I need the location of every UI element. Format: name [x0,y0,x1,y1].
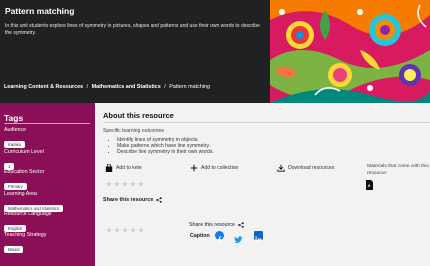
tag-group-teaching-strategy: Teaching Strategy Mixed [4,232,46,256]
breadcrumb: Learning Content & Resources / Mathemati… [4,84,210,90]
page-title: Pattern matching [5,6,75,16]
hero-pattern-image [270,0,430,103]
rating-stars-bottom[interactable] [106,227,144,233]
resource-main: About this resource Specific learning ou… [95,103,430,266]
tag-chip[interactable]: Kaiako [4,141,26,148]
star-icon[interactable] [106,181,112,187]
add-to-kete-label: Add to kete [116,165,142,171]
tag-group-education-sector: Education Sector Primary [4,169,44,193]
tags-sidebar: Tags Audience Kaiako Curriculum Level 1 … [0,103,95,266]
tag-group-audience: Audience Kaiako [4,127,26,151]
breadcrumb-link-mathematics[interactable]: Mathematics and Statistics [92,84,161,90]
tag-label: Learning Area [4,191,37,197]
tag-label: Resource Language [4,211,52,217]
twitter-icon[interactable] [233,231,243,244]
pdf-icon[interactable] [366,180,373,190]
hero-banner: Pattern matching In this unit students e… [0,0,430,103]
breadcrumb-separator: / [86,84,89,90]
tag-chip[interactable]: Primary [4,183,27,190]
add-to-kete-button[interactable]: Add to kete [105,163,142,173]
star-icon[interactable] [138,181,144,187]
tag-label: Audience [4,127,27,133]
star-icon[interactable] [130,227,136,233]
share-resource-inline-label: Share this resource [189,222,235,228]
share-icon [238,222,244,228]
tags-heading: Tags [4,113,24,123]
hero-text-panel: Pattern matching In this unit students e… [0,0,270,103]
tag-label: Curriculum Level [4,149,44,155]
download-resources-button[interactable]: Download resources [277,163,334,173]
outcome-item: Describe line symmetry in their own word… [117,149,214,156]
share-icon [156,197,163,203]
plus-icon [190,164,198,172]
bag-icon [105,164,113,172]
tag-label: Teaching Strategy [4,232,47,238]
outcomes-label: Specific learning outcomes [103,128,164,134]
breadcrumb-current: Pattern matching [169,84,211,90]
breadcrumb-separator: / [164,84,166,90]
tag-chip[interactable]: English [4,225,27,232]
star-icon[interactable] [130,181,136,187]
add-to-collection-label: Add to collection [201,165,239,171]
caption-row: Caption [190,231,263,244]
tag-label: Education Sector [4,169,45,175]
star-icon[interactable] [106,227,112,233]
share-resource-inline-button[interactable]: Share this resource [189,222,244,228]
star-icon[interactable] [122,227,128,233]
star-icon[interactable] [138,227,144,233]
share-resource-label: Share this resource [103,197,154,203]
star-icon[interactable] [114,227,120,233]
rating-stars-top[interactable] [106,181,144,187]
linkedin-icon[interactable] [253,231,263,243]
download-icon [277,164,285,172]
materials-text: Materials that come with this resource: [367,164,429,176]
about-heading: About this resource [103,111,174,120]
outcomes-list: Identify lines of symmetry in objects. M… [117,137,214,156]
facebook-icon[interactable] [214,231,224,244]
download-resources-label: Download resources [288,165,335,171]
share-resource-button[interactable]: Share this resource [103,197,163,203]
star-icon[interactable] [122,181,128,187]
hero-description: In this unit students explore lines of s… [5,23,260,36]
tags-divider [4,123,90,124]
breadcrumb-link-learning-content[interactable]: Learning Content & Resources [4,84,83,90]
tag-chip[interactable]: Mixed [4,246,24,253]
star-icon[interactable] [114,181,120,187]
caption-label: Caption [190,232,210,239]
about-divider [103,122,430,123]
add-to-collection-button[interactable]: Add to collection [190,163,238,173]
